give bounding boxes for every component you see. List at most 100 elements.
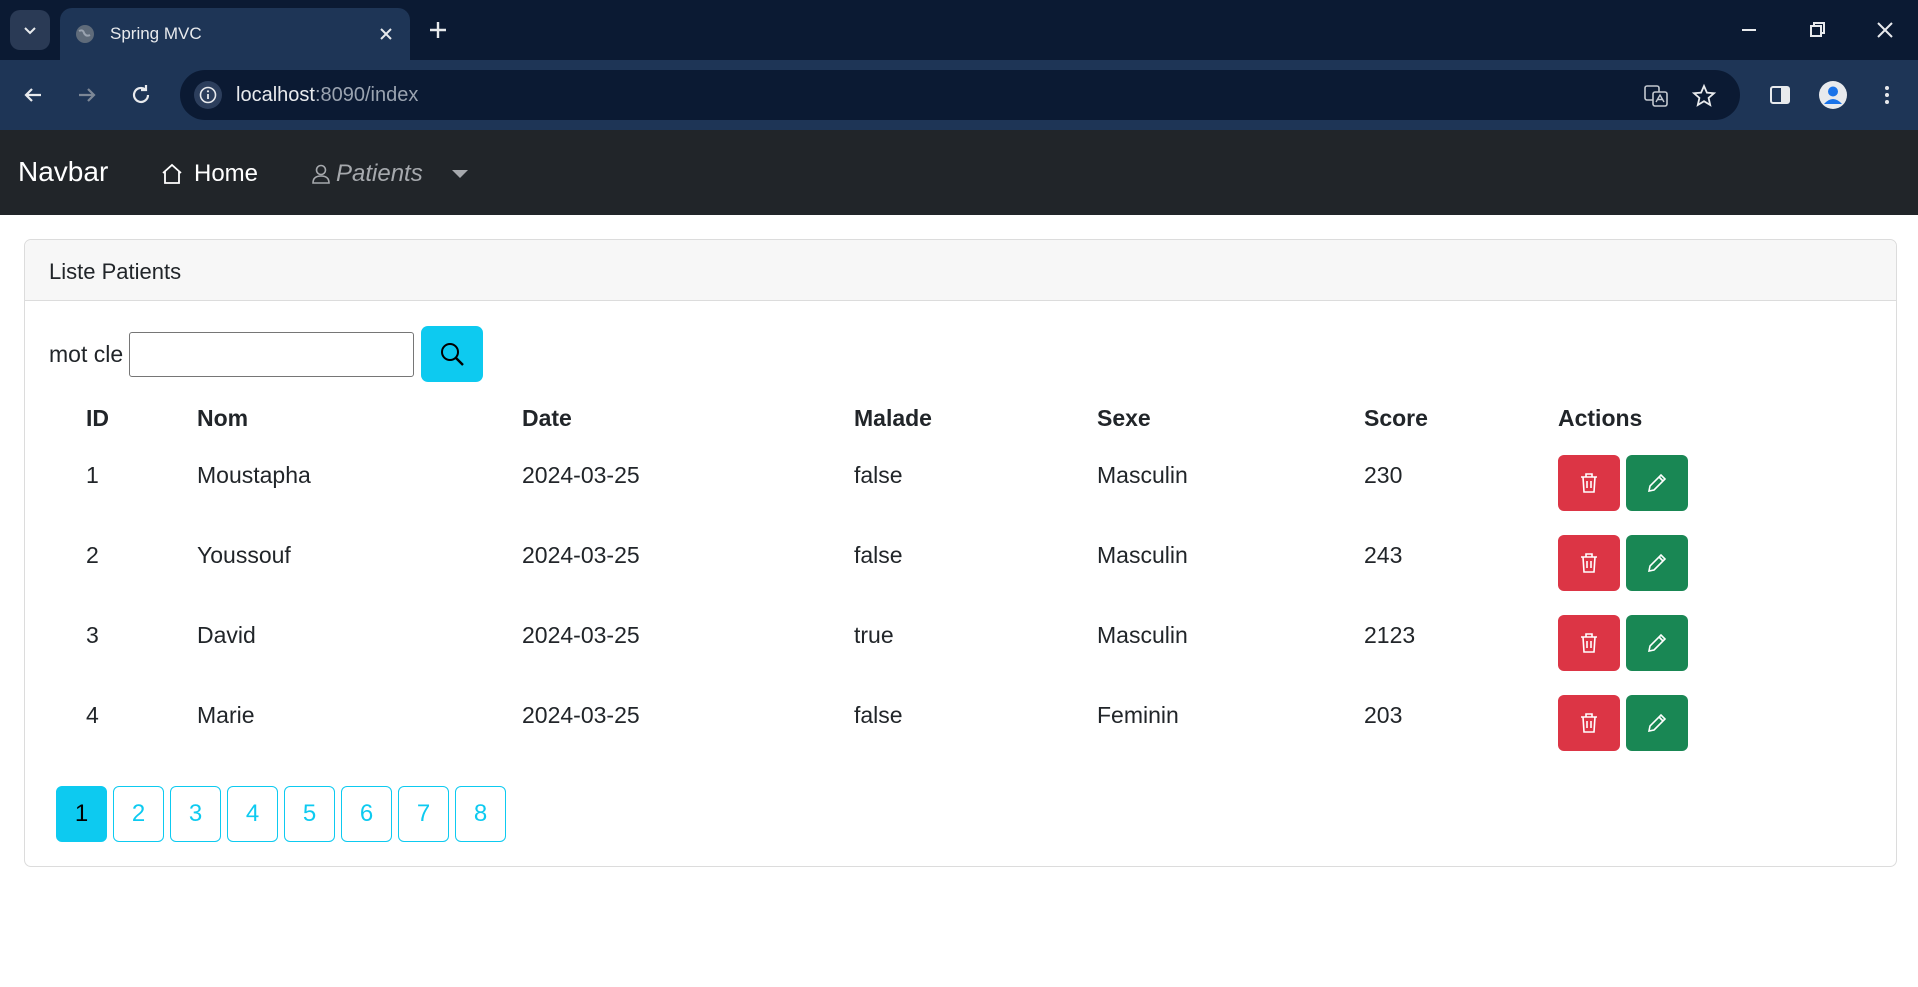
delete-button[interactable] <box>1558 695 1620 751</box>
patients-table: ID Nom Date Malade Sexe Score Actions 1 … <box>49 390 1821 766</box>
page-link-2[interactable]: 2 <box>113 786 164 842</box>
cell-date: 2024-03-25 <box>522 622 640 648</box>
page-link-1[interactable]: 1 <box>56 786 107 842</box>
table-header-row: ID Nom Date Malade Sexe Score Actions <box>49 390 1821 446</box>
url-host: localhost <box>236 84 315 106</box>
cell-score: 203 <box>1364 702 1403 728</box>
url-path: :8090/index <box>314 84 419 106</box>
navbar-brand[interactable]: Navbar <box>18 156 108 188</box>
restore-icon[interactable] <box>1803 16 1831 44</box>
nav-patients-dropdown[interactable]: Patients <box>310 160 423 188</box>
reload-button[interactable] <box>124 78 158 112</box>
trash-icon <box>1581 473 1597 493</box>
cell-date: 2024-03-25 <box>522 542 640 568</box>
translate-icon[interactable] <box>1642 82 1670 110</box>
cell-date: 2024-03-25 <box>522 462 640 488</box>
nav-home-label: Home <box>194 160 259 187</box>
search-button[interactable] <box>421 326 484 382</box>
search-input[interactable] <box>129 331 415 377</box>
browser-tab[interactable]: Spring MVC <box>60 8 410 60</box>
delete-button[interactable] <box>1558 455 1620 511</box>
house-icon <box>162 163 182 184</box>
profile-button[interactable] <box>1816 78 1850 112</box>
close-window-icon[interactable] <box>1871 16 1899 44</box>
edit-button[interactable] <box>1626 455 1688 511</box>
cell-nom: Marie <box>197 702 255 728</box>
col-nom: Nom <box>197 404 249 431</box>
address-bar[interactable]: localhost:8090/index <box>180 70 1740 120</box>
chevron-down-icon <box>24 27 36 35</box>
cell-malade: true <box>854 622 894 648</box>
page-link-5[interactable]: 5 <box>284 786 335 842</box>
person-icon <box>312 164 330 184</box>
cell-id: 2 <box>86 542 99 568</box>
app-navbar: Navbar Home Patients <box>0 130 1918 215</box>
page-link-6[interactable]: 6 <box>341 786 392 842</box>
edit-button[interactable] <box>1626 695 1688 751</box>
table-row: 1 Moustapha 2024-03-25 false Masculin 23… <box>49 446 1821 526</box>
cell-malade: false <box>854 462 903 488</box>
side-panel-button[interactable] <box>1763 78 1797 112</box>
cell-sexe: Masculin <box>1097 622 1188 648</box>
browser-tabstrip: Spring MVC <box>0 0 1918 60</box>
col-date: Date <box>522 404 572 431</box>
avatar-icon <box>1819 81 1847 109</box>
globe-icon <box>76 25 94 43</box>
patients-card: Liste Patients mot cle ID Nom Date Malad… <box>24 239 1897 867</box>
site-info-button[interactable] <box>194 81 222 109</box>
page-link-4[interactable]: 4 <box>227 786 278 842</box>
browser-toolbar: localhost:8090/index <box>0 60 1918 130</box>
table-row: 3 David 2024-03-25 true Masculin 2123 <box>49 606 1821 686</box>
cell-actions <box>1521 446 1821 526</box>
new-tab-icon[interactable] <box>424 16 452 44</box>
col-actions: Actions <box>1558 404 1643 431</box>
cell-sexe: Masculin <box>1097 462 1188 488</box>
cell-score: 230 <box>1364 462 1403 488</box>
page-link-3[interactable]: 3 <box>170 786 221 842</box>
cell-nom: David <box>197 622 256 648</box>
cell-score: 243 <box>1364 542 1403 568</box>
cell-id: 4 <box>86 702 99 728</box>
menu-button[interactable] <box>1870 78 1904 112</box>
cell-id: 1 <box>86 462 99 488</box>
cell-actions <box>1521 526 1821 606</box>
cell-sexe: Masculin <box>1097 542 1188 568</box>
side-panel-icon <box>1770 86 1790 104</box>
delete-button[interactable] <box>1558 535 1620 591</box>
search-form: mot cle <box>49 326 484 382</box>
reload-icon <box>132 85 150 104</box>
cell-malade: false <box>854 702 903 728</box>
col-score: Score <box>1364 404 1428 431</box>
col-malade: Malade <box>854 404 932 431</box>
trash-icon <box>1581 633 1597 653</box>
edit-button[interactable] <box>1626 615 1688 671</box>
page-link-7[interactable]: 7 <box>398 786 449 842</box>
close-tab-icon[interactable] <box>376 24 396 44</box>
caret-down-icon[interactable] <box>452 170 468 178</box>
cell-actions <box>1521 686 1821 766</box>
cell-actions <box>1521 606 1821 686</box>
table-row: 2 Youssouf 2024-03-25 false Masculin 243 <box>49 526 1821 606</box>
page-link-8[interactable]: 8 <box>455 786 506 842</box>
table-row: 4 Marie 2024-03-25 false Feminin 203 <box>49 686 1821 766</box>
col-sexe: Sexe <box>1097 404 1151 431</box>
cell-id: 3 <box>86 622 99 648</box>
search-icon <box>441 343 464 366</box>
minimize-icon[interactable] <box>1735 16 1763 44</box>
tab-search-button[interactable] <box>10 10 50 50</box>
info-icon <box>199 86 217 104</box>
cell-date: 2024-03-25 <box>522 702 640 728</box>
delete-button[interactable] <box>1558 615 1620 671</box>
bookmark-star-icon[interactable] <box>1690 82 1718 110</box>
trash-icon <box>1581 713 1597 733</box>
pagination: 1 2 3 4 5 6 7 8 <box>56 786 512 842</box>
kebab-menu-icon <box>1885 86 1889 104</box>
tab-title: Spring MVC <box>110 24 202 43</box>
cell-score: 2123 <box>1364 622 1416 648</box>
nav-home-link[interactable]: Home <box>160 160 258 188</box>
back-button[interactable] <box>16 78 50 112</box>
edit-button[interactable] <box>1626 535 1688 591</box>
pencil-icon <box>1647 553 1667 573</box>
cell-nom: Moustapha <box>197 462 311 488</box>
forward-button[interactable] <box>70 78 104 112</box>
